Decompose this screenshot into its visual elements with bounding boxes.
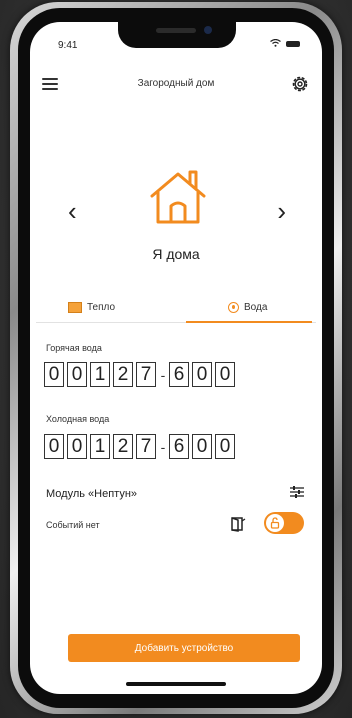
home-indicator — [126, 682, 226, 686]
meter-digit: 2 — [113, 362, 133, 387]
battery-icon — [286, 41, 300, 47]
gear-icon[interactable] — [290, 74, 310, 94]
status-time: 9:41 — [58, 40, 78, 51]
radiator-icon — [68, 302, 82, 313]
meter-digit: 1 — [90, 362, 110, 387]
house-icon — [148, 168, 208, 226]
meter-digit: 6 — [169, 434, 189, 459]
events-status: Событий нет — [46, 520, 100, 530]
meter-digit: 2 — [113, 434, 133, 459]
security-toggle[interactable] — [264, 512, 304, 534]
meter-digit: 0 — [192, 434, 212, 459]
tab-water-label: Вода — [244, 302, 268, 313]
tab-heat[interactable]: Тепло — [68, 302, 115, 313]
meter-digit: 0 — [215, 362, 235, 387]
module-name: Модуль «Нептун» — [46, 488, 138, 500]
meter-digit: 0 — [44, 362, 64, 387]
tab-heat-label: Тепло — [87, 302, 116, 313]
hot-water-label: Горячая вода — [46, 343, 102, 353]
speaker — [156, 28, 196, 33]
meter-digit: 1 — [90, 434, 110, 459]
tab-active-indicator — [186, 321, 312, 323]
meter-digit: 7 — [136, 434, 156, 459]
app-screen: 9:41 Загородный дом ‹ › Я дома Тепло Вод… — [30, 22, 322, 694]
meter-digit: 0 — [192, 362, 212, 387]
meter-digit: 0 — [67, 434, 87, 459]
cold-water-label: Холодная вода — [46, 414, 110, 424]
sliders-icon[interactable] — [290, 485, 304, 499]
page-title: Загородный дом — [137, 78, 215, 89]
meter-digit: 7 — [136, 362, 156, 387]
next-arrow-icon[interactable]: › — [277, 198, 286, 224]
notch — [118, 22, 236, 48]
meter-digit: 6 — [169, 362, 189, 387]
prev-arrow-icon[interactable]: ‹ — [68, 198, 77, 224]
door-icon[interactable] — [230, 516, 246, 532]
status-icons — [270, 38, 300, 49]
camera — [204, 26, 212, 34]
home-status-label: Я дома — [152, 246, 200, 262]
add-device-button[interactable]: Добавить устройство — [68, 634, 300, 662]
wifi-icon — [270, 38, 281, 49]
cold-water-meter: 0 0 1 2 7 - 6 0 0 — [44, 434, 238, 459]
water-drop-icon — [228, 302, 239, 313]
meter-digit: 0 — [44, 434, 64, 459]
meter-digit: 0 — [215, 434, 235, 459]
meter-digit: 0 — [67, 362, 87, 387]
meter-separator: - — [160, 366, 166, 383]
hot-water-meter: 0 0 1 2 7 - 6 0 0 — [44, 362, 238, 387]
tab-water[interactable]: Вода — [228, 302, 267, 313]
tabs: Тепло Вода — [30, 298, 322, 324]
unlock-icon — [266, 514, 284, 532]
meter-separator: - — [160, 438, 166, 455]
